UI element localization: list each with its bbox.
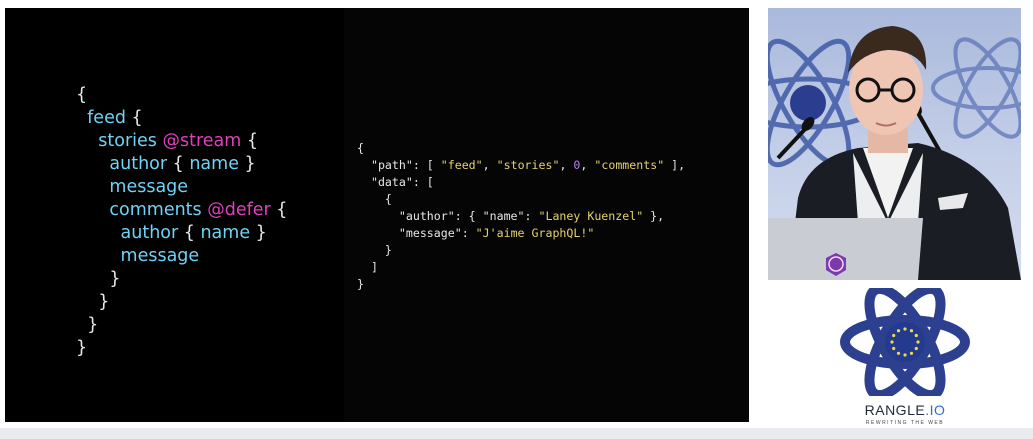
code-token: feed — [87, 108, 126, 128]
code-token: message — [120, 246, 200, 266]
code-token: "path": [ — [357, 158, 441, 172]
code-token: { — [241, 131, 259, 151]
json-line: { — [357, 191, 685, 208]
graphql-query-panel: { feed { stories @stream { author { name… — [5, 8, 344, 422]
code-token: comments — [109, 200, 202, 220]
graphql-line: stories @stream { — [76, 130, 287, 153]
sponsor-name: RANGLE.IO — [864, 402, 946, 418]
code-token: "stories" — [496, 158, 560, 172]
code-token: } — [250, 223, 267, 243]
code-token: "comments" — [594, 158, 665, 172]
code-token: "message": — [357, 226, 476, 240]
graphql-line: { — [76, 84, 287, 107]
code-token: "Laney Kuenzel" — [538, 209, 644, 223]
json-line: "message": "J'aime GraphQL!" — [357, 225, 685, 242]
code-token: author — [109, 154, 168, 174]
json-line: } — [357, 242, 685, 259]
sponsor-tagline: REWRITING THE WEB — [865, 420, 945, 426]
code-token: { — [76, 85, 88, 105]
code-token: { — [357, 141, 364, 155]
code-token: } — [238, 154, 256, 174]
code-token: ] — [357, 260, 378, 274]
graphql-line: author { name } — [76, 222, 287, 245]
code-token: } — [76, 269, 121, 289]
json-response-panel: { "path": [ "feed", "stories", 0, "comme… — [344, 8, 749, 422]
graphql-line: } — [76, 337, 287, 360]
json-line: "path": [ "feed", "stories", 0, "comment… — [357, 157, 685, 174]
code-token: , — [580, 158, 595, 172]
json-response-code: { "path": [ "feed", "stories", 0, "comme… — [357, 140, 685, 293]
code-token: , — [482, 158, 497, 172]
speaker-video-frame — [768, 26, 1021, 280]
code-token: { — [167, 154, 190, 174]
code-token: ], — [664, 158, 686, 172]
graphql-line: feed { — [76, 107, 287, 130]
code-token: "feed" — [440, 158, 483, 172]
graphql-line: } — [76, 268, 287, 291]
code-token: stories — [98, 131, 157, 151]
code-token: { — [270, 200, 288, 220]
json-line: { — [357, 140, 685, 157]
code-token: message — [109, 177, 189, 197]
rangle-logo — [840, 283, 970, 401]
presentation-slide: { feed { stories @stream { author { name… — [5, 8, 749, 422]
code-token: "J'aime GraphQL!" — [475, 226, 595, 240]
json-line: "data": [ — [357, 174, 685, 191]
code-token: , — [559, 158, 574, 172]
code-token: } — [357, 243, 392, 257]
code-token: } — [76, 338, 88, 358]
code-token: { — [178, 223, 201, 243]
code-token: @stream — [162, 131, 242, 151]
code-token: name — [189, 154, 239, 174]
code-token: name — [200, 223, 251, 243]
code-token: }, — [643, 209, 665, 223]
code-token: } — [76, 292, 110, 312]
code-token: @defer — [207, 200, 271, 220]
json-line: } — [357, 276, 685, 293]
code-token: "author": { "name": — [357, 209, 539, 223]
code-token: { — [357, 192, 392, 206]
graphql-query-code: { feed { stories @stream { author { name… — [76, 84, 287, 360]
speaker-video — [768, 8, 1021, 280]
json-line: "author": { "name": "Laney Kuenzel" }, — [357, 208, 685, 225]
json-line: ] — [357, 259, 685, 276]
graphql-line: message — [76, 245, 287, 268]
code-token: { — [125, 108, 143, 128]
graphql-line: } — [76, 291, 287, 314]
video-player-bottom-bar — [0, 428, 1033, 439]
graphql-line: } — [76, 314, 287, 337]
graphql-line: author { name } — [76, 153, 287, 176]
code-token: "data": [ — [357, 175, 434, 189]
graphql-line: message — [76, 176, 287, 199]
code-token: author — [120, 223, 179, 243]
code-token: } — [357, 277, 364, 291]
graphql-line: comments @defer { — [76, 199, 287, 222]
code-token: } — [76, 315, 99, 335]
